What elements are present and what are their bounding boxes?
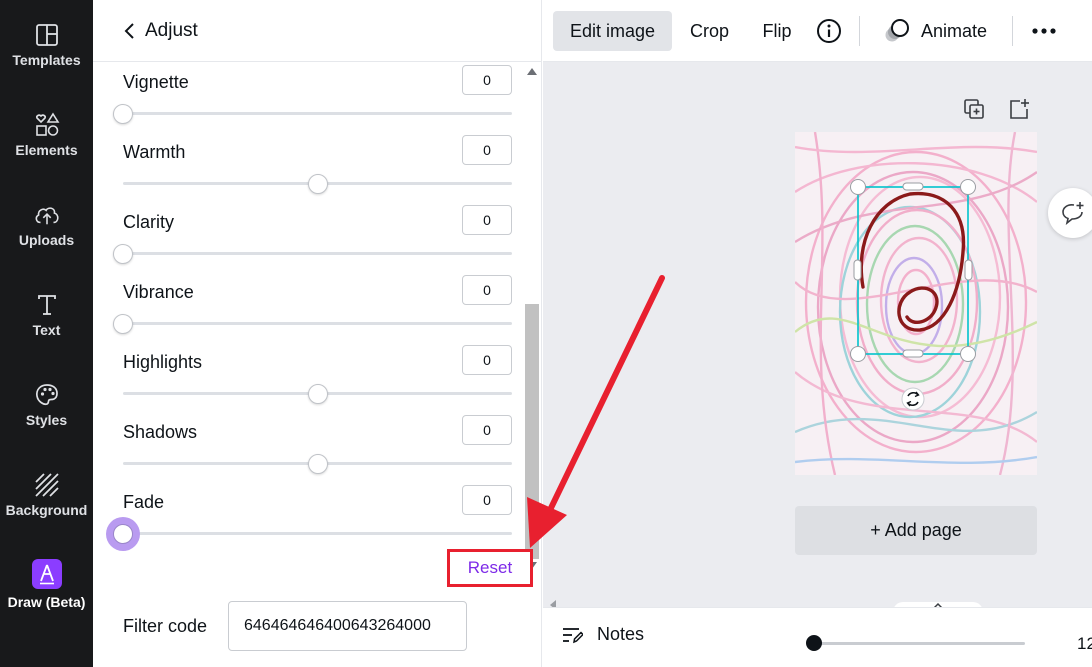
left-nav: Templates Elements Uploads Text Styles B… bbox=[0, 0, 93, 667]
back-button[interactable]: Adjust bbox=[123, 20, 198, 42]
zoom-percentage[interactable]: 12 bbox=[1077, 634, 1092, 654]
adjust-row-vignette: Vignette 0 bbox=[113, 64, 513, 134]
info-icon bbox=[817, 19, 841, 43]
slider-thumb[interactable] bbox=[307, 454, 328, 474]
background-icon bbox=[34, 472, 60, 498]
nav-templates[interactable]: Templates bbox=[0, 22, 93, 102]
panel-header: Adjust bbox=[93, 0, 542, 62]
styles-icon bbox=[34, 382, 60, 408]
slider-thumb[interactable] bbox=[113, 314, 133, 334]
panel-scrollbar[interactable] bbox=[523, 62, 541, 607]
notes-icon bbox=[563, 627, 583, 643]
slider-thumb[interactable] bbox=[113, 524, 133, 544]
adjust-label: Vignette bbox=[123, 72, 189, 92]
slider-track[interactable] bbox=[123, 252, 512, 255]
nav-draw-label: Draw (Beta) bbox=[7, 594, 86, 610]
slider-thumb[interactable] bbox=[113, 244, 133, 264]
adjust-row-fade: Fade 0 bbox=[113, 484, 513, 554]
more-dots-icon bbox=[1032, 28, 1056, 34]
animate-icon bbox=[885, 19, 909, 42]
nav-styles[interactable]: Styles bbox=[0, 382, 93, 462]
adjust-row-vibrance: Vibrance 0 bbox=[113, 274, 513, 344]
adjust-row-shadows: Shadows 0 bbox=[123, 414, 513, 484]
nav-draw[interactable]: Draw (Beta) bbox=[0, 558, 93, 638]
nav-elements-label: Elements bbox=[15, 142, 78, 158]
elements-icon bbox=[34, 112, 60, 138]
nav-background-label: Background bbox=[5, 502, 88, 518]
add-page-icon bbox=[1010, 99, 1029, 119]
adjust-panel: Adjust Vignette 0 Warmth 0 Clarity 0 Vib… bbox=[93, 0, 542, 667]
uploads-icon bbox=[34, 202, 60, 228]
duplicate-page-icon bbox=[964, 99, 984, 119]
slider-thumb[interactable] bbox=[307, 174, 328, 194]
page-artwork bbox=[795, 132, 1037, 475]
canvas-area: + Add page bbox=[543, 62, 1092, 614]
adjust-label: Clarity bbox=[123, 212, 175, 232]
adjust-row-warmth: Warmth 0 bbox=[123, 134, 513, 204]
adjust-value-input[interactable]: 0 bbox=[462, 345, 512, 375]
adjust-row-highlights: Highlights 0 bbox=[123, 344, 513, 414]
filter-code-input[interactable]: 646464646400643264000 bbox=[228, 601, 467, 651]
slider-thumb[interactable] bbox=[307, 384, 328, 404]
adjust-value-input[interactable]: 0 bbox=[462, 65, 512, 95]
adjust-row-clarity: Clarity 0 bbox=[113, 204, 513, 274]
add-page-icon-button[interactable] bbox=[1008, 98, 1030, 120]
scroll-thumb[interactable] bbox=[525, 304, 539, 559]
nav-elements[interactable]: Elements bbox=[0, 112, 93, 192]
adjust-label: Fade bbox=[123, 492, 165, 512]
flip-button[interactable]: Flip bbox=[751, 11, 803, 51]
zoom-slider-thumb[interactable] bbox=[806, 635, 822, 651]
adjust-value-input[interactable]: 0 bbox=[462, 135, 512, 165]
chevron-left-icon bbox=[124, 22, 134, 39]
reset-button[interactable]: Reset bbox=[447, 549, 533, 587]
top-toolbar: Edit image Crop Flip Animate bbox=[543, 0, 1092, 62]
slider-thumb[interactable] bbox=[113, 104, 133, 124]
info-button[interactable] bbox=[811, 11, 847, 51]
nav-uploads[interactable]: Uploads bbox=[0, 202, 93, 282]
nav-styles-label: Styles bbox=[25, 412, 68, 428]
adjust-value-input[interactable]: 0 bbox=[462, 275, 512, 305]
adjust-value-input[interactable]: 0 bbox=[462, 415, 512, 445]
templates-icon bbox=[34, 22, 60, 48]
add-comment-button[interactable] bbox=[1048, 188, 1092, 238]
design-page[interactable] bbox=[795, 132, 1037, 475]
slider-track[interactable] bbox=[123, 532, 512, 535]
draw-icon bbox=[31, 558, 63, 590]
nav-templates-label: Templates bbox=[12, 52, 81, 68]
adjust-label: Highlights bbox=[123, 352, 203, 372]
notes-label: Notes bbox=[597, 624, 645, 644]
filter-code-label: Filter code bbox=[123, 616, 208, 636]
add-page-button[interactable]: + Add page bbox=[795, 506, 1037, 555]
animate-label: Animate bbox=[920, 20, 988, 41]
adjust-label: Warmth bbox=[123, 142, 186, 162]
back-label: Adjust bbox=[145, 19, 198, 41]
nav-text[interactable]: Text bbox=[0, 292, 93, 372]
more-options-button[interactable] bbox=[1024, 11, 1064, 51]
duplicate-page-button[interactable] bbox=[963, 98, 985, 120]
adjust-value-input[interactable]: 0 bbox=[462, 485, 512, 515]
notes-button[interactable]: Notes bbox=[561, 624, 644, 645]
slider-track[interactable] bbox=[123, 322, 512, 325]
toolbar-divider bbox=[859, 16, 860, 46]
nav-background[interactable]: Background bbox=[0, 472, 93, 552]
edit-image-button[interactable]: Edit image bbox=[553, 11, 672, 51]
crop-button[interactable]: Crop bbox=[678, 11, 741, 51]
comment-add-icon bbox=[1062, 202, 1084, 225]
nav-uploads-label: Uploads bbox=[18, 232, 75, 248]
adjust-label: Vibrance bbox=[123, 282, 194, 302]
animate-button[interactable]: Animate bbox=[873, 11, 995, 51]
toolbar-divider bbox=[1012, 16, 1013, 46]
rotate-handle-icon bbox=[901, 387, 925, 411]
scroll-up-arrow-icon[interactable] bbox=[527, 68, 537, 75]
adjust-label: Shadows bbox=[123, 422, 198, 442]
text-icon bbox=[34, 292, 60, 318]
nav-text-label: Text bbox=[32, 322, 61, 338]
zoom-slider-track[interactable] bbox=[813, 642, 1025, 645]
bottom-bar: Notes 12 bbox=[543, 607, 1092, 667]
adjust-value-input[interactable]: 0 bbox=[462, 205, 512, 235]
slider-track[interactable] bbox=[123, 112, 512, 115]
